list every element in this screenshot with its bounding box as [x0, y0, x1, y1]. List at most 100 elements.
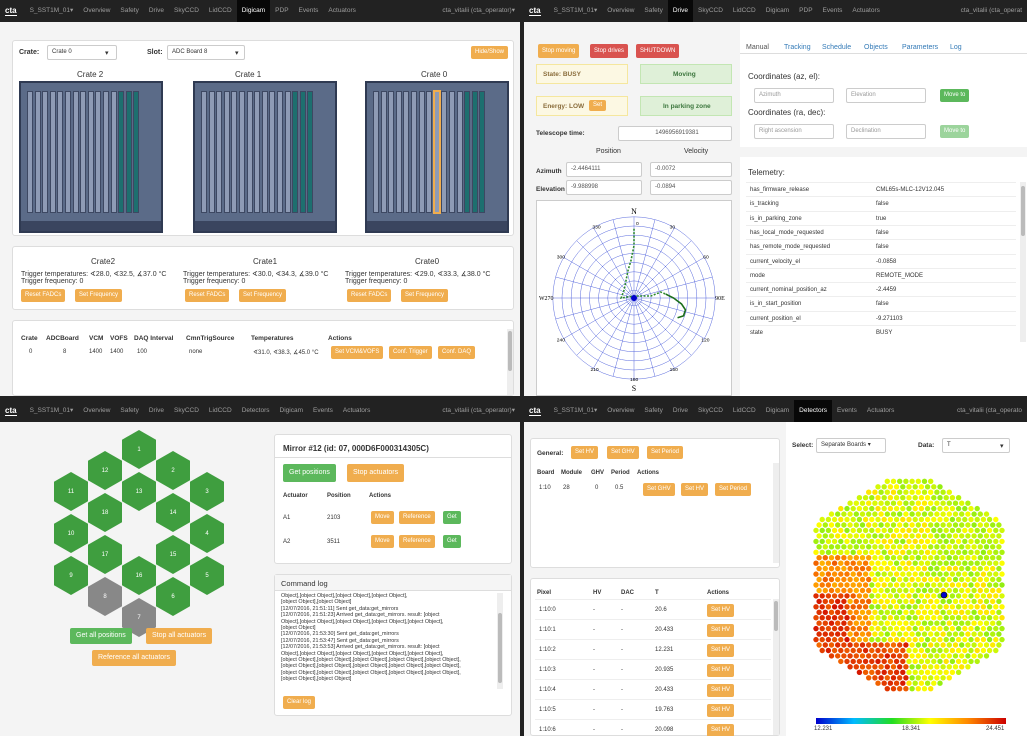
camera-pixel[interactable] — [924, 560, 931, 566]
camera-pixel[interactable] — [912, 549, 918, 555]
camera-pixel[interactable] — [850, 658, 856, 665]
camera-pixel[interactable] — [881, 495, 887, 501]
camera-pixel[interactable] — [859, 664, 866, 670]
camera-pixel[interactable] — [962, 658, 968, 665]
crate-image[interactable] — [365, 81, 509, 233]
camera-pixel[interactable] — [946, 555, 952, 561]
camera-pixel[interactable] — [931, 571, 937, 577]
camera-pixel[interactable] — [887, 538, 894, 545]
camera-pixel[interactable] — [993, 516, 999, 523]
camera-pixel[interactable] — [971, 522, 977, 528]
camera-pixel[interactable] — [875, 505, 881, 512]
camera-pixel[interactable] — [816, 609, 822, 615]
camera-pixel[interactable] — [968, 582, 974, 588]
camera-pixel[interactable] — [906, 527, 912, 534]
adc-board-slot[interactable] — [411, 91, 417, 213]
set-energy-button[interactable]: Set — [589, 100, 607, 111]
nav-drive[interactable]: Drive — [668, 400, 693, 422]
camera-pixel[interactable] — [881, 527, 887, 534]
camera-pixel[interactable] — [835, 522, 841, 528]
camera-pixel[interactable] — [934, 598, 940, 605]
camera-pixel[interactable] — [937, 658, 943, 665]
camera-pixel[interactable] — [962, 615, 968, 621]
camera-pixel[interactable] — [918, 516, 925, 523]
camera-pixel[interactable] — [890, 565, 897, 572]
camera-pixel[interactable] — [928, 500, 934, 506]
camera-pixel[interactable] — [875, 593, 881, 599]
tab-manual[interactable]: Manual — [746, 44, 769, 51]
camera-pixel[interactable] — [838, 571, 844, 577]
camera-pixel[interactable] — [909, 500, 915, 506]
camera-pixel[interactable] — [996, 609, 1002, 615]
camera-pixel[interactable] — [875, 615, 881, 621]
camera-pixel[interactable] — [878, 555, 884, 561]
camera-pixel[interactable] — [921, 587, 928, 594]
camera-pixel[interactable] — [853, 522, 859, 528]
nav-digicam[interactable]: Digicam — [275, 400, 308, 422]
camera-pixel[interactable] — [912, 604, 918, 610]
camera-pixel[interactable] — [999, 538, 1005, 545]
camera-pixel[interactable] — [977, 609, 983, 615]
camera-pixel[interactable] — [847, 511, 853, 517]
camera-pixel[interactable] — [921, 478, 928, 484]
camera-pixel[interactable] — [847, 620, 853, 626]
camera-pixel[interactable] — [887, 560, 894, 566]
camera-pixel[interactable] — [890, 500, 897, 506]
camera-pixel[interactable] — [856, 495, 863, 501]
camera-pixel[interactable] — [900, 527, 906, 534]
camera-pixel[interactable] — [965, 587, 971, 594]
camera-pixel[interactable] — [912, 593, 918, 599]
adc-board-slot[interactable] — [125, 91, 132, 213]
camera-pixel[interactable] — [881, 636, 887, 643]
camera-pixel[interactable] — [993, 527, 999, 534]
camera-pixel[interactable] — [928, 511, 934, 517]
camera-pixel[interactable] — [968, 538, 974, 545]
camera-pixel[interactable] — [915, 686, 921, 692]
camera-pixel[interactable] — [909, 478, 915, 484]
camera-pixel[interactable] — [912, 505, 918, 512]
camera-pixel[interactable] — [819, 625, 825, 632]
camera-pixel[interactable] — [813, 604, 819, 610]
camera-pixel[interactable] — [986, 516, 993, 523]
mirror-facet[interactable]: 13 — [122, 472, 156, 511]
camera-pixel[interactable] — [983, 587, 990, 594]
nav-actuators[interactable]: Actuators — [338, 400, 375, 422]
mirror-facet[interactable]: 6 — [156, 577, 190, 616]
camera-pixel[interactable] — [946, 620, 952, 626]
camera-pixel[interactable] — [971, 587, 977, 594]
camera-pixel[interactable] — [844, 625, 850, 632]
tab-log[interactable]: Log — [950, 44, 962, 51]
camera-pixel[interactable] — [940, 544, 946, 550]
camera-pixel[interactable] — [844, 549, 850, 555]
adc-board-slot[interactable] — [373, 91, 379, 213]
adc-board-slot[interactable] — [216, 91, 223, 213]
adc-board-slot[interactable] — [208, 91, 215, 213]
camera-pixel[interactable] — [869, 604, 875, 610]
camera-pixel[interactable] — [875, 636, 881, 643]
camera-pixel[interactable] — [955, 527, 962, 534]
camera-pixel[interactable] — [850, 582, 856, 588]
adc-board-slot[interactable] — [418, 91, 425, 213]
camera-pixel[interactable] — [875, 560, 881, 566]
get-all-positions-button[interactable]: Get all positions — [70, 628, 132, 644]
camera-pixel[interactable] — [872, 555, 878, 561]
camera-pixel[interactable] — [934, 555, 940, 561]
camera-pixel[interactable] — [835, 555, 841, 561]
camera-pixel[interactable] — [968, 636, 974, 643]
camera-pixel[interactable] — [931, 615, 937, 621]
camera-pixel[interactable] — [977, 620, 983, 626]
camera-pixel[interactable] — [943, 615, 949, 621]
camera-pixel[interactable] — [893, 615, 900, 621]
camera-pixel[interactable] — [822, 544, 828, 550]
camera-pixel[interactable] — [900, 484, 906, 490]
camera-pixel[interactable] — [831, 647, 838, 654]
camera-pixel[interactable] — [921, 686, 928, 692]
camera-pixel[interactable] — [878, 631, 884, 637]
camera-pixel[interactable] — [955, 538, 962, 545]
camera-pixel[interactable] — [862, 582, 869, 588]
camera-pixel[interactable] — [900, 516, 906, 523]
camera-pixel[interactable] — [866, 511, 872, 517]
camera-pixel[interactable] — [968, 658, 974, 665]
camera-pixel[interactable] — [862, 669, 869, 675]
adc-board-slot[interactable] — [239, 91, 245, 213]
